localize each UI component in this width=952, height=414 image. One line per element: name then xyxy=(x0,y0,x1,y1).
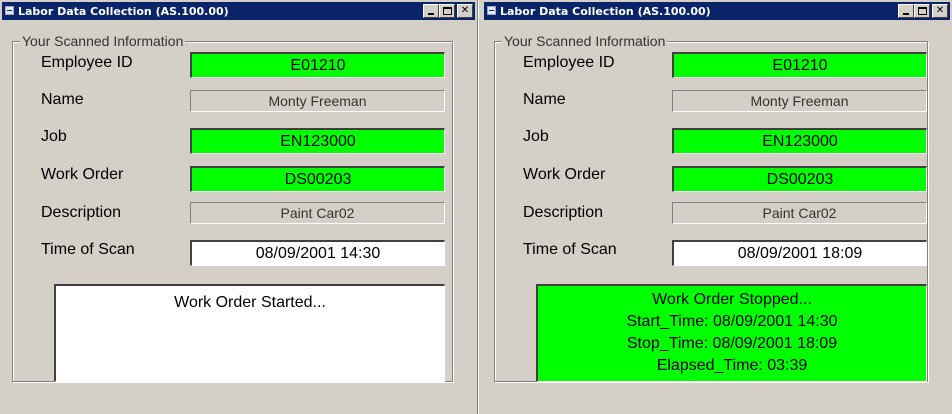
close-button[interactable]: ✕ xyxy=(932,4,948,18)
job-field: EN123000 xyxy=(190,128,445,154)
work-order-label: Work Order xyxy=(523,166,606,183)
labor-window-stopped: Labor Data Collection (AS.100.00) ✕ Your… xyxy=(482,0,952,414)
groupbox-label: Your Scanned Information xyxy=(20,33,186,49)
title-bar[interactable]: Labor Data Collection (AS.100.00) ✕ xyxy=(484,2,950,20)
status-message-box: Work Order Started... xyxy=(54,284,445,382)
maximize-button[interactable] xyxy=(914,4,930,18)
employee-id-label: Employee ID xyxy=(523,54,615,71)
start-time-line: Start_Time: 08/09/2001 14:30 xyxy=(626,313,838,330)
title-bar[interactable]: Labor Data Collection (AS.100.00) ✕ xyxy=(2,2,475,20)
close-button[interactable]: ✕ xyxy=(457,4,473,18)
window-title: Labor Data Collection (AS.100.00) xyxy=(500,5,711,18)
job-label: Job xyxy=(41,128,67,145)
job-field: EN123000 xyxy=(672,128,927,154)
app-icon[interactable] xyxy=(487,6,496,15)
time-of-scan-label: Time of Scan xyxy=(523,241,617,258)
window-title: Labor Data Collection (AS.100.00) xyxy=(18,5,229,18)
stop-time-line: Stop_Time: 08/09/2001 18:09 xyxy=(626,335,838,352)
status-message-line: Work Order Started... xyxy=(174,294,326,311)
labor-window-started: Labor Data Collection (AS.100.00) ✕ Your… xyxy=(0,0,478,414)
groupbox-label: Your Scanned Information xyxy=(502,33,668,49)
maximize-button[interactable] xyxy=(439,4,455,18)
name-field: Monty Freeman xyxy=(190,90,445,112)
work-order-label: Work Order xyxy=(41,166,124,183)
employee-id-field: E01210 xyxy=(190,52,445,78)
description-field: Paint Car02 xyxy=(190,202,445,224)
work-order-field: DS00203 xyxy=(672,166,927,192)
time-of-scan-label: Time of Scan xyxy=(41,241,135,258)
name-label: Name xyxy=(523,91,566,108)
work-order-field: DS00203 xyxy=(190,166,445,192)
elapsed-time-line: Elapsed_Time: 03:39 xyxy=(656,357,808,374)
status-message-box: Work Order Stopped... Start_Time: 08/09/… xyxy=(536,284,927,382)
name-field: Monty Freeman xyxy=(672,90,927,112)
minimize-button[interactable] xyxy=(898,4,914,18)
description-label: Description xyxy=(523,204,604,221)
description-label: Description xyxy=(41,204,122,221)
time-of-scan-field: 08/09/2001 18:09 xyxy=(672,240,927,266)
minimize-button[interactable] xyxy=(423,4,439,18)
time-of-scan-field: 08/09/2001 14:30 xyxy=(190,240,445,266)
employee-id-label: Employee ID xyxy=(41,54,133,71)
description-field: Paint Car02 xyxy=(672,202,927,224)
employee-id-field: E01210 xyxy=(672,52,927,78)
job-label: Job xyxy=(523,128,549,145)
status-message-line: Work Order Stopped... xyxy=(652,291,812,308)
app-icon[interactable] xyxy=(5,6,14,15)
name-label: Name xyxy=(41,91,84,108)
